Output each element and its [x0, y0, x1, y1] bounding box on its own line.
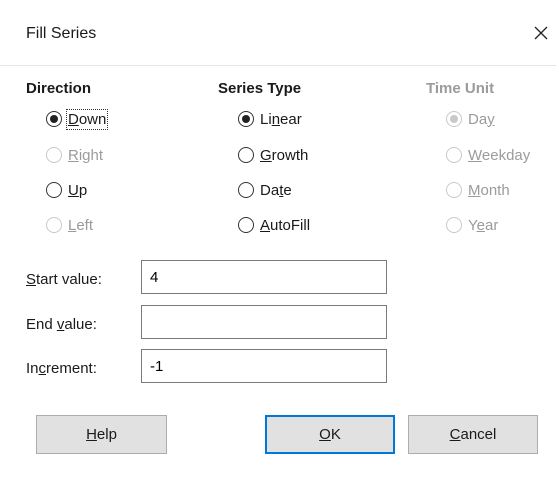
series-linear-label: Linear: [260, 110, 302, 128]
series-growth-label: Growth: [260, 146, 309, 164]
ok-button-label: OK: [319, 426, 341, 443]
direction-up-radio[interactable]: Up: [46, 178, 87, 202]
time-unit-heading: Time Unit: [426, 80, 495, 97]
fill-series-dialog: Fill Series Direction Down Right Up Left…: [0, 0, 556, 477]
direction-right-label: Right: [68, 146, 104, 164]
series-autofill-radio[interactable]: AutoFill: [238, 213, 310, 237]
radio-empty-icon: [46, 182, 62, 198]
radio-empty-icon: [446, 147, 462, 163]
direction-down-radio[interactable]: Down: [46, 107, 109, 131]
direction-heading: Direction: [26, 80, 92, 97]
radio-empty-icon: [46, 217, 62, 233]
start-value-input[interactable]: [141, 260, 387, 294]
radio-empty-icon: [446, 182, 462, 198]
series-date-radio[interactable]: Date: [238, 178, 292, 202]
radio-empty-icon: [238, 217, 254, 233]
end-value-label: End value:: [26, 316, 97, 333]
direction-up-label: Up: [68, 181, 88, 199]
series-linear-radio[interactable]: Linear: [238, 107, 302, 131]
ok-button[interactable]: OK: [265, 415, 395, 454]
time-day-label: Day: [468, 110, 495, 128]
cancel-button[interactable]: Cancel: [408, 415, 538, 454]
start-value-label: Start value:: [26, 271, 102, 288]
time-year-label: Year: [468, 216, 499, 234]
time-month-label: Month: [468, 181, 510, 199]
series-type-heading: Series Type: [218, 80, 302, 97]
radio-empty-icon: [46, 147, 62, 163]
increment-input[interactable]: [141, 349, 387, 383]
radio-empty-icon: [238, 182, 254, 198]
radio-selected-icon: [238, 111, 254, 127]
time-day-radio[interactable]: Day: [446, 107, 495, 131]
radio-selected-icon: [46, 111, 62, 127]
series-growth-radio[interactable]: Growth: [238, 143, 308, 167]
increment-label: Increment:: [26, 360, 97, 377]
time-weekday-radio[interactable]: Weekday: [446, 143, 530, 167]
series-autofill-label: AutoFill: [260, 216, 311, 234]
time-year-radio[interactable]: Year: [446, 213, 498, 237]
dialog-body: Direction Down Right Up Left Series Type…: [0, 66, 556, 477]
title-bar: Fill Series: [0, 0, 556, 66]
radio-selected-icon: [446, 111, 462, 127]
direction-down-label: Down: [65, 108, 109, 130]
end-value-input[interactable]: [141, 305, 387, 339]
dialog-title: Fill Series: [26, 25, 97, 42]
cancel-button-label: Cancel: [449, 426, 497, 443]
help-button-label: Help: [86, 426, 117, 443]
radio-empty-icon: [238, 147, 254, 163]
direction-right-radio[interactable]: Right: [46, 143, 103, 167]
help-button[interactable]: Help: [36, 415, 167, 454]
time-month-radio[interactable]: Month: [446, 178, 510, 202]
direction-left-label: Left: [68, 216, 94, 234]
time-weekday-label: Weekday: [468, 146, 531, 164]
close-icon[interactable]: [530, 22, 552, 44]
direction-left-radio[interactable]: Left: [46, 213, 93, 237]
series-date-label: Date: [260, 181, 292, 199]
radio-empty-icon: [446, 217, 462, 233]
